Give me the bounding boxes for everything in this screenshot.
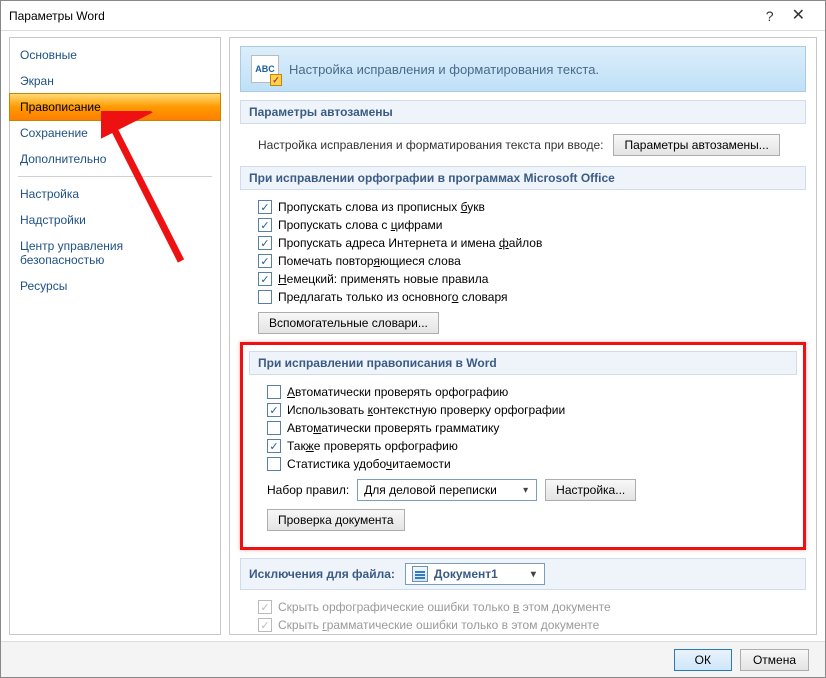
dialog-title: Параметры Word [9,9,766,23]
label-hide-spell-errors: Скрыть орфографические ошибки только в э… [278,600,611,614]
exceptions-file-value: Документ1 [428,567,527,581]
checkbox-uppercase[interactable]: ✓ [258,200,272,214]
group-office-spell-title: При исправлении орфографии в программах … [240,166,806,190]
label-main-dict: Предлагать только из основного словаря [278,290,508,304]
chevron-down-icon: ▾ [519,485,532,496]
ok-button[interactable]: ОК [674,649,732,671]
sidebar: Основные Экран Правописание Сохранение Д… [9,37,221,635]
label-also-spell: Также проверять орфографию [287,439,458,453]
checkbox-auto-grammar[interactable]: ✓ [267,421,281,435]
label-readability: Статистика удобочитаемости [287,457,451,471]
sidebar-item-customize[interactable]: Настройка [10,181,220,207]
checkbox-also-spell[interactable]: ✓ [267,439,281,453]
dialog-footer: ОК Отмена [1,641,825,677]
sidebar-item-proofing[interactable]: Правописание [9,93,221,121]
checkbox-readability[interactable]: ✓ [267,457,281,471]
grammar-settings-button[interactable]: Настройка... [545,479,636,501]
titlebar: Параметры Word ? ✕ [1,1,825,31]
checkbox-auto-spell[interactable]: ✓ [267,385,281,399]
sidebar-separator [18,176,212,177]
sidebar-item-save[interactable]: Сохранение [10,120,220,146]
proofing-icon: ABC✓ [251,55,279,83]
autocorrect-options-button[interactable]: Параметры автозамены... [613,134,779,156]
group-autocorrect-title: Параметры автозамены [240,100,806,124]
checkbox-internet[interactable]: ✓ [258,236,272,250]
group-exceptions-title: Исключения для файла: Документ1 ▾ [240,558,806,590]
label-auto-grammar: Автоматически проверять грамматику [287,421,499,435]
checkbox-main-dict[interactable]: ✓ [258,290,272,304]
label-internet: Пропускать адреса Интернета и имена файл… [278,236,542,250]
cancel-button[interactable]: Отмена [740,649,809,671]
ruleset-select[interactable]: Для деловой переписки ▾ [357,479,537,501]
label-auto-spell: Автоматически проверять орфографию [287,385,508,399]
sidebar-item-trustcenter[interactable]: Центр управления безопасностью [10,233,220,273]
label-uppercase: Пропускать слова из прописных букв [278,200,485,214]
chevron-down-icon: ▾ [527,569,540,580]
close-icon[interactable]: ✕ [792,8,805,24]
checkbox-hide-grammar-errors: ✓ [258,618,272,632]
checkbox-hide-spell-errors: ✓ [258,600,272,614]
content-pane: ABC✓ Настройка исправления и форматирова… [229,37,817,635]
sidebar-item-addins[interactable]: Надстройки [10,207,220,233]
label-numbers: Пропускать слова с цифрами [278,218,443,232]
sidebar-item-screen[interactable]: Экран [10,68,220,94]
highlighted-section: При исправлении правописания в Word ✓ Авт… [240,342,806,550]
ruleset-value: Для деловой переписки [364,483,497,497]
label-hide-grammar-errors: Скрыть грамматические ошибки только в эт… [278,618,599,632]
check-document-button[interactable]: Проверка документа [267,509,405,531]
custom-dictionaries-button[interactable]: Вспомогательные словари... [258,312,439,334]
checkbox-repeated[interactable]: ✓ [258,254,272,268]
label-german: Немецкий: применять новые правила [278,272,488,286]
help-icon[interactable]: ? [766,8,774,24]
label-repeated: Помечать повторяющиеся слова [278,254,461,268]
sidebar-item-advanced[interactable]: Дополнительно [10,146,220,172]
autocorrect-label: Настройка исправления и форматирования т… [258,138,603,152]
checkbox-numbers[interactable]: ✓ [258,218,272,232]
checkbox-contextual[interactable]: ✓ [267,403,281,417]
section-header-text: Настройка исправления и форматирования т… [289,62,599,77]
sidebar-item-general[interactable]: Основные [10,42,220,68]
ruleset-label: Набор правил: [267,483,349,497]
group-word-spell-title: При исправлении правописания в Word [249,351,797,375]
exceptions-label: Исключения для файла: [249,567,395,581]
checkbox-german[interactable]: ✓ [258,272,272,286]
exceptions-file-select[interactable]: Документ1 ▾ [405,563,545,585]
sidebar-item-resources[interactable]: Ресурсы [10,273,220,299]
section-header: ABC✓ Настройка исправления и форматирова… [240,46,806,92]
label-contextual: Использовать контекстную проверку орфогр… [287,403,565,417]
document-icon [412,566,428,582]
